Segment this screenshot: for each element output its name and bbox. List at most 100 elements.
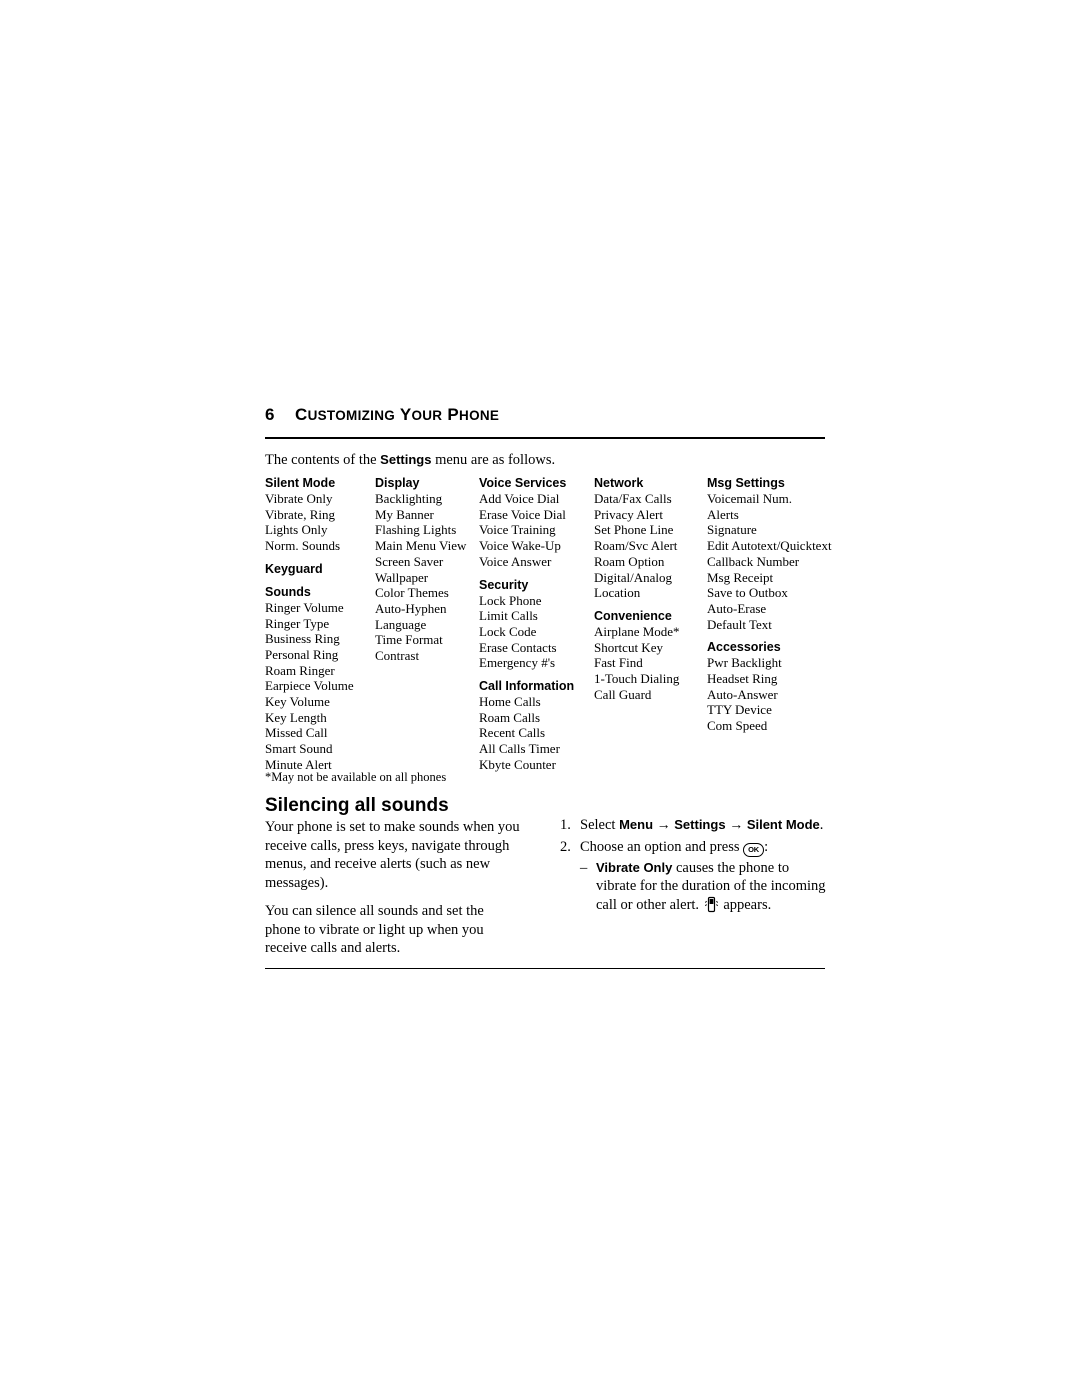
group-heading: Security — [479, 577, 529, 592]
menu-item: Language — [375, 616, 427, 632]
menu-item: Ringer Volume — [265, 599, 344, 615]
menu-item: TTY Device — [707, 702, 772, 718]
paragraph: Your phone is set to make sounds when yo… — [265, 819, 520, 891]
menu-item: Auto-Hyphen — [375, 600, 447, 616]
menu-item: Color Themes — [375, 585, 449, 601]
section-title: Silencing all sounds — [265, 795, 449, 816]
menu-item: Com Speed — [707, 718, 768, 734]
menu-item: Add Voice Dial — [479, 491, 560, 506]
menu-item: Edit Autotext/Quicktext — [707, 538, 832, 554]
step-text: Choose an option and press OK: — [580, 838, 769, 857]
step-1: 1. Select Menu → Settings → Silent Mode. — [560, 816, 830, 836]
chapter-title: CUSTOMIZING YOUR PHONE — [295, 405, 500, 424]
menu-item: Voicemail Num. — [707, 491, 792, 506]
menu-item: Airplane Mode* — [594, 623, 680, 639]
menu-item: My Banner — [375, 506, 434, 522]
menu-item: Kbyte Counter — [479, 756, 556, 772]
heading-divider — [265, 437, 825, 439]
menu-item: Wallpaper — [375, 569, 429, 585]
menu-item: Norm. Sounds — [265, 538, 341, 554]
menu-item: Contrast — [375, 648, 420, 664]
intro-text: The contents of the Settings menu are as… — [265, 452, 556, 468]
paragraph: You can silence all sounds and set the p… — [265, 903, 484, 956]
body-column-right: 1. Select Menu → Settings → Silent Mode.… — [560, 816, 830, 914]
menu-column-3: Voice Services Add Voice Dial Erase Voic… — [479, 475, 594, 773]
menu-item: Auto-Answer — [707, 686, 778, 702]
chapter-number: 6 — [265, 405, 275, 424]
menu-item: Business Ring — [265, 631, 340, 647]
menu-item: Missed Call — [265, 725, 328, 741]
menu-item: Msg Receipt — [707, 569, 774, 585]
menu-item: Ringer Type — [265, 615, 330, 631]
menu-item: Vibrate Only — [265, 491, 333, 506]
menu-item: Emergency #'s — [479, 655, 556, 671]
menu-item: Lights Only — [265, 522, 328, 538]
dash-bullet: – — [580, 859, 588, 876]
menu-item: Smart Sound — [265, 741, 333, 757]
menu-item: Digital/Analog — [594, 569, 672, 585]
menu-item: Recent Calls — [479, 725, 546, 741]
group-heading: Accessories — [707, 640, 781, 655]
menu-item: Erase Contacts — [479, 639, 557, 655]
body-column-left: Your phone is set to make sounds when yo… — [265, 818, 520, 968]
menu-column-2: Display Backlighting My Banner Flashing … — [375, 475, 479, 773]
menu-item: Roam Ringer — [265, 662, 335, 678]
substep-text: Vibrate Only causes the phone to vibrate… — [596, 859, 826, 913]
menu-item: Earpiece Volume — [265, 678, 354, 694]
menu-item: Voice Answer — [479, 553, 552, 569]
group-heading: Display — [375, 476, 420, 490]
group-heading: Voice Services — [479, 476, 567, 490]
menu-item: Main Menu View — [375, 538, 467, 554]
substep-vibrate-only: – Vibrate Only causes the phone to vibra… — [580, 859, 830, 915]
group-heading: Keyguard — [265, 561, 323, 576]
menu-item: Lock Code — [479, 623, 537, 639]
group-heading: Network — [594, 476, 644, 490]
menu-item: Limit Calls — [479, 608, 538, 624]
vibrate-icon — [704, 896, 718, 913]
menu-item: Alerts — [707, 506, 739, 522]
menu-item: Flashing Lights — [375, 522, 457, 538]
menu-item: Backlighting — [375, 491, 443, 506]
menu-item: Roam/Svc Alert — [594, 538, 678, 554]
silent-mode-label: Silent Mode — [746, 817, 820, 832]
document-page: 6 CUSTOMIZING YOUR PHONE The contents of… — [0, 0, 1080, 1397]
menu-item: Erase Voice Dial — [479, 506, 566, 522]
ok-key-icon: OK — [743, 842, 765, 857]
settings-label: Settings — [674, 817, 726, 832]
menu-item: 1-Touch Dialing — [594, 671, 680, 687]
menu-item: Auto-Erase — [707, 600, 767, 616]
menu-item: Voice Training — [479, 522, 556, 538]
menu-item: Signature — [707, 522, 757, 538]
menu-item: Screen Saver — [375, 553, 444, 569]
menu-item: Default Text — [707, 616, 772, 632]
group-heading: Silent Mode — [265, 476, 336, 490]
menu-item: Headset Ring — [707, 671, 778, 687]
menu-item: Fast Find — [594, 655, 643, 671]
menu-item: Set Phone Line — [594, 522, 674, 538]
step-text: Select Menu → Settings → Silent Mode. — [580, 817, 824, 833]
group-heading: Sounds — [265, 584, 311, 599]
menu-item: Save to Outbox — [707, 585, 788, 601]
menu-item: Callback Number — [707, 553, 800, 569]
menu-item: Personal Ring — [265, 646, 339, 662]
menu-item: Roam Option — [594, 553, 665, 569]
step-2: 2. Choose an option and press OK: — [560, 838, 830, 857]
menu-item: Location — [594, 585, 641, 601]
menu-item: Pwr Backlight — [707, 655, 782, 671]
step-number: 1. — [560, 817, 571, 833]
menu-item: Key Length — [265, 709, 327, 725]
menu-item: Voice Wake-Up — [479, 538, 561, 554]
menu-column-4: Network Data/Fax Calls Privacy Alert Set… — [594, 475, 707, 773]
menu-item: Roam Calls — [479, 709, 541, 725]
menu-item: Data/Fax Calls — [594, 491, 672, 506]
vibrate-only-label: Vibrate Only — [596, 859, 673, 875]
menu-item: Call Guard — [594, 686, 652, 702]
menu-label: Menu — [619, 817, 654, 832]
menu-item: Time Format — [375, 632, 443, 648]
group-heading: Msg Settings — [707, 476, 785, 490]
menu-item: Home Calls — [479, 694, 541, 710]
footnote: *May not be available on all phones — [265, 770, 447, 784]
arrow-icon: → — [729, 818, 744, 833]
step-number: 2. — [560, 838, 571, 855]
menu-item: Vibrate, Ring — [265, 506, 335, 522]
